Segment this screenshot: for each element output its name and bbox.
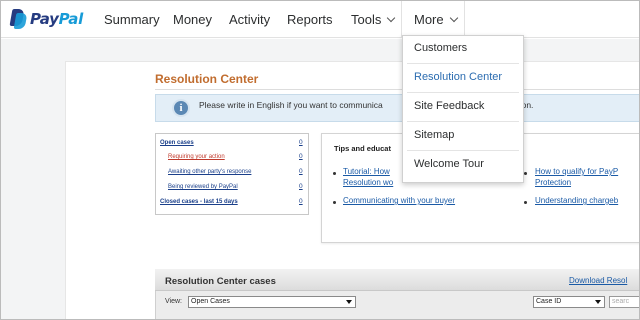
nav-tools-label: Tools [351,12,382,27]
nav-tools[interactable]: Tools [351,12,396,27]
nav-more-label: More [414,12,444,27]
qualify-protection-link[interactable]: How to qualify for PayP [535,167,618,176]
open-cases-link[interactable]: Open cases [160,140,194,146]
tutorial-link[interactable]: Tutorial: How [343,167,390,176]
bullet-icon [333,201,336,204]
filter-select[interactable]: Case ID [533,296,605,308]
paypal-page: PayPal Summary Money Activity Reports To… [0,0,640,320]
chargebacks-link[interactable]: Understanding chargeb [535,196,618,205]
tutorial-link-line2[interactable]: Resolution wo [343,178,393,187]
search-input[interactable]: searc [609,296,639,308]
nav-activity[interactable]: Activity [229,12,270,27]
awaiting-response-count[interactable]: 0 [299,168,303,175]
view-label: View: [165,298,182,305]
paypal-p-icon [9,9,28,29]
menu-divider [407,150,519,151]
logo-text: PayPal [30,10,83,28]
chevron-down-icon [449,13,458,23]
info-icon: i [172,99,190,117]
menu-item-sitemap[interactable]: Sitemap [414,129,454,141]
requiring-action-count[interactable]: 0 [299,153,303,160]
nav-reports[interactable]: Reports [287,12,333,27]
open-cases-count[interactable]: 0 [299,139,303,146]
being-reviewed-count[interactable]: 0 [299,183,303,190]
requiring-action-link[interactable]: Requiring your action [168,154,225,160]
tips-title: Tips and educat [334,144,391,153]
info-message: Please write in English if you want to c… [199,100,383,110]
closed-cases-link[interactable]: Closed cases - last 15 days [160,199,238,205]
chevron-down-icon [387,13,396,23]
top-nav: PayPal Summary Money Activity Reports To… [1,1,639,38]
bullet-icon [333,172,336,175]
nav-summary[interactable]: Summary [104,12,160,27]
dropdown-arrow-icon [595,300,601,304]
menu-item-site-feedback[interactable]: Site Feedback [414,100,484,112]
paypal-logo[interactable]: PayPal [9,7,83,31]
filter-select-value: Case ID [536,298,562,305]
view-select-value: Open Cases [191,298,230,305]
bullet-icon [524,172,527,175]
nav-more[interactable]: More [414,12,458,27]
info-message-left: Please write in English if you want to c… [199,100,383,110]
menu-item-welcome-tour[interactable]: Welcome Tour [414,158,484,170]
cases-table-title: Resolution Center cases [165,276,276,287]
awaiting-response-link[interactable]: Awaiting other party's response [168,169,251,175]
bullet-icon [524,201,527,204]
menu-item-resolution-center[interactable]: Resolution Center [414,71,502,83]
menu-divider [407,63,519,64]
menu-item-customers[interactable]: Customers [414,42,467,54]
page-title: Resolution Center [155,72,259,86]
menu-divider [407,121,519,122]
view-select[interactable]: Open Cases [188,296,356,308]
dropdown-arrow-icon [346,300,352,304]
menu-divider [407,92,519,93]
qualify-protection-link-line2[interactable]: Protection [535,178,571,187]
closed-cases-count[interactable]: 0 [299,198,303,205]
being-reviewed-link[interactable]: Being reviewed by PayPal [168,184,238,190]
title-divider [155,89,639,90]
communicating-link[interactable]: Communicating with your buyer [343,196,455,205]
nav-money[interactable]: Money [173,12,212,27]
download-link[interactable]: Download Resol [569,276,627,285]
